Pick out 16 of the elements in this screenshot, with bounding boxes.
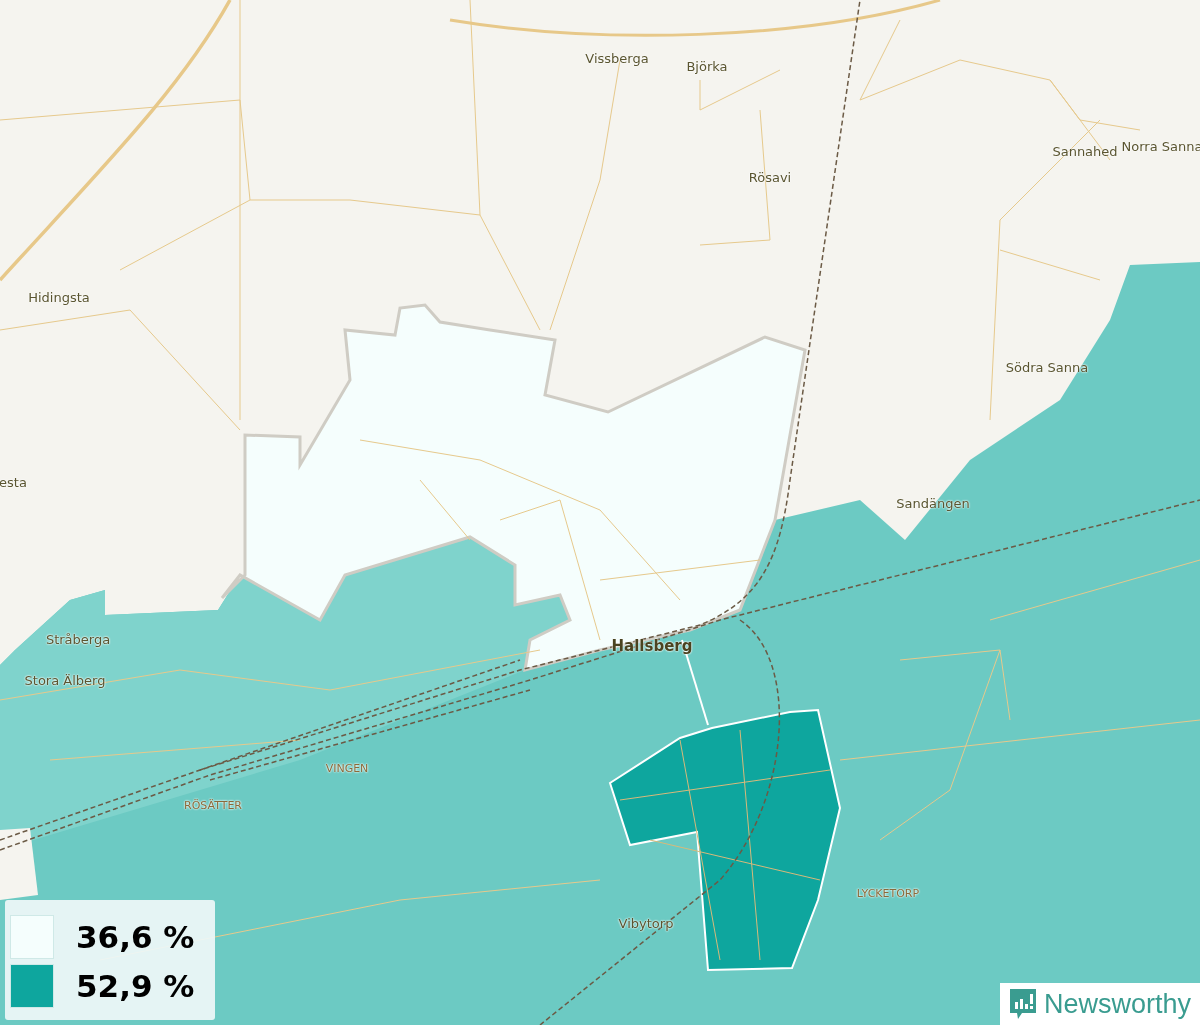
- place-label: Rösavi: [748, 169, 792, 185]
- legend-value: 36,6 %: [76, 921, 195, 953]
- place-label: Björka: [686, 58, 728, 74]
- logo-text: Newsworthy: [1044, 988, 1192, 1020]
- legend-value: 52,9 %: [76, 970, 195, 1002]
- place-label: Hidingsta: [28, 289, 90, 305]
- place-label: Vibytorp: [618, 915, 674, 931]
- place-label: esta: [0, 474, 27, 490]
- place-label: LYCKETORP: [856, 886, 920, 900]
- place-label: Stora Älberg: [24, 672, 106, 688]
- logo-icon: [1008, 987, 1038, 1021]
- place-label: Sannahed: [1052, 143, 1118, 159]
- place-label: RÖSÄTTER: [184, 798, 242, 812]
- place-label: Stråberga: [45, 631, 111, 647]
- place-label: VINGEN: [325, 761, 369, 775]
- place-label: Vissberga: [585, 50, 649, 66]
